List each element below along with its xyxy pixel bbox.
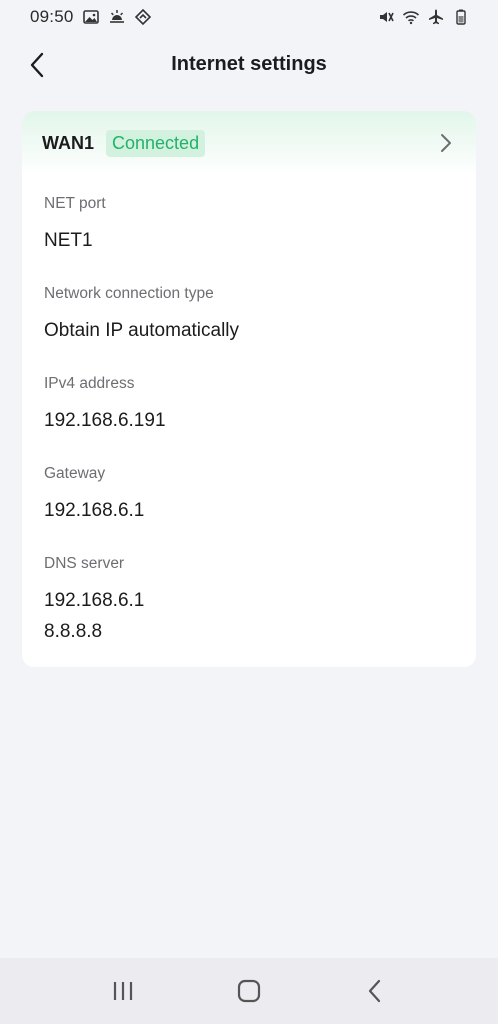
connection-type-value: Obtain IP automatically — [44, 320, 240, 341]
mute-icon — [377, 8, 395, 26]
dns-value-primary: 192.168.6.1 — [44, 590, 145, 611]
net-port-label: NET port — [44, 195, 106, 212]
dns-value-secondary: 8.8.8.8 — [44, 621, 103, 642]
status-bar: 09:50 — [0, 0, 498, 34]
back-button[interactable] — [20, 48, 54, 82]
ipv4-label: IPv4 address — [44, 375, 135, 392]
recent-apps-icon — [113, 982, 133, 1000]
status-time: 09:50 — [30, 7, 74, 26]
net-port-field: NET port NET1 — [22, 195, 476, 255]
page-title: Internet settings — [171, 52, 327, 75]
ipv4-field: IPv4 address 192.168.6.191 — [22, 375, 476, 435]
gateway-field: Gateway 192.168.6.1 — [22, 465, 476, 525]
status-left: 09:50 — [30, 7, 152, 27]
back-icon — [368, 979, 381, 1003]
home-icon — [237, 979, 261, 1003]
wan-card: WAN1 Connected NET port NET1 Network con… — [22, 111, 476, 667]
gateway-value: 192.168.6.1 — [44, 500, 145, 521]
chevron-left-icon — [30, 52, 44, 78]
chevron-right-icon — [436, 133, 456, 153]
location-arrow-icon — [134, 8, 152, 26]
wifi-icon — [402, 8, 420, 26]
weather-sun-icon — [108, 8, 126, 26]
ipv4-value: 192.168.6.191 — [44, 410, 166, 431]
wan-name: WAN1 — [42, 132, 95, 153]
status-right — [377, 8, 470, 26]
connection-type-field: Network connection type Obtain IP automa… — [22, 285, 476, 345]
header: Internet settings — [0, 38, 498, 90]
dns-label: DNS server — [44, 555, 125, 572]
image-icon — [82, 8, 100, 26]
recent-apps-button[interactable] — [103, 971, 143, 1011]
wan-header-row[interactable]: WAN1 Connected — [22, 111, 476, 175]
system-nav-bar — [0, 958, 498, 1024]
status-badge: Connected — [106, 129, 206, 157]
airplane-mode-icon — [427, 8, 445, 26]
gateway-label: Gateway — [44, 465, 106, 482]
dns-field: DNS server 192.168.6.1 8.8.8.8 — [22, 555, 476, 646]
nav-back-button[interactable] — [355, 971, 395, 1011]
net-port-value: NET1 — [44, 230, 93, 251]
home-button[interactable] — [229, 971, 269, 1011]
connection-type-label: Network connection type — [44, 285, 214, 302]
battery-icon — [452, 8, 470, 26]
